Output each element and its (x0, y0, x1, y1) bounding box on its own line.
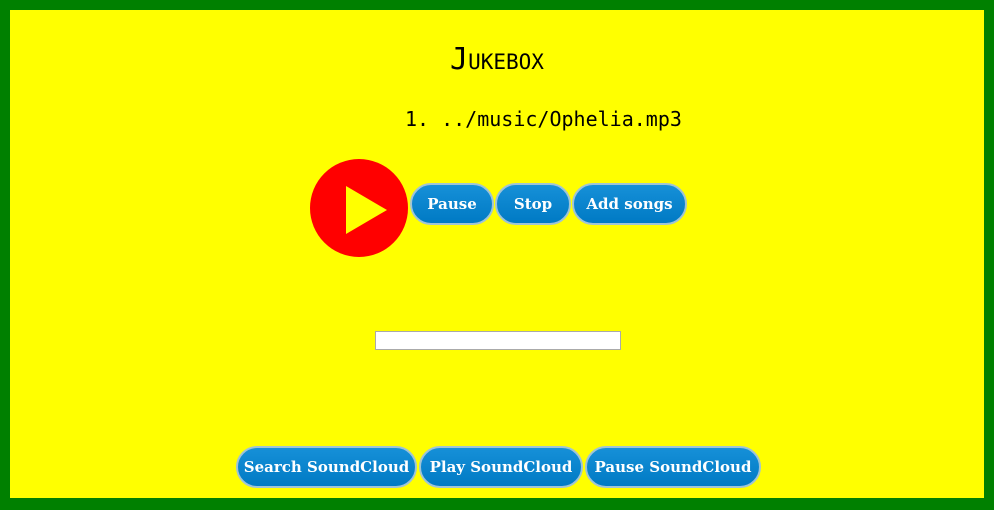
play-soundcloud-button[interactable]: Play SoundCloud (419, 446, 583, 488)
play-icon (346, 186, 387, 234)
playlist-item-number: 1. (405, 107, 430, 131)
playlist: 1. ../music/Ophelia.mp3 (405, 107, 682, 131)
add-songs-button[interactable]: Add songs (572, 183, 687, 225)
search-soundcloud-button[interactable]: Search SoundCloud (236, 446, 417, 488)
play-button[interactable] (310, 159, 408, 257)
playlist-item-path: ../music/Ophelia.mp3 (441, 107, 682, 131)
pause-soundcloud-button[interactable]: Pause SoundCloud (585, 446, 761, 488)
stop-button[interactable]: Stop (495, 183, 571, 225)
pause-button[interactable]: Pause (410, 183, 494, 225)
playlist-item[interactable]: 1. ../music/Ophelia.mp3 (405, 107, 682, 131)
search-input[interactable] (375, 331, 621, 350)
jukebox-panel (10, 10, 984, 498)
page-title: Jukebox (450, 42, 544, 77)
